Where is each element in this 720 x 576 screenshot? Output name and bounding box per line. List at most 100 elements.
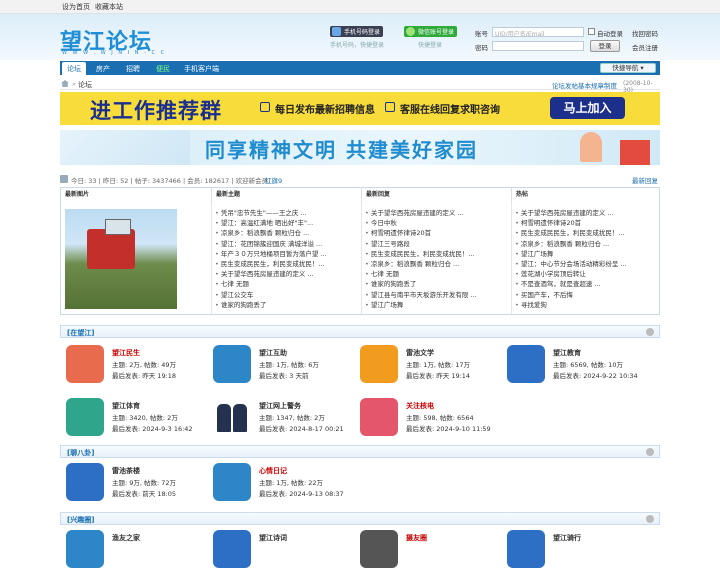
harvester-shape	[87, 229, 135, 269]
forum-nuclear[interactable]: 关注核电 主题: 598, 帖数: 6564 最后发表: 2024-9-10 1…	[356, 398, 496, 444]
checkbox-icon	[385, 102, 395, 112]
list-item[interactable]: 民生变成民民生，利民变成扰民！...	[215, 259, 357, 269]
auto-login-checkbox[interactable]	[588, 28, 595, 35]
list-item[interactable]: 凉泉乡：稻浪飘香 颗粒归仓 ...	[365, 259, 507, 269]
forum-literature[interactable]: 雷池文学 主题: 1万, 帖数: 17万 最后发表: 昨天 19:14	[356, 345, 496, 391]
checkbox-icon	[260, 102, 270, 112]
forum-stats: 今日: 33 | 昨日: 52 | 帖子: 3437466 | 会员: 1826…	[60, 174, 660, 186]
banner1-title: 进工作推荐群	[90, 99, 222, 123]
nav-item-forum[interactable]: 论坛	[62, 62, 86, 76]
forum-photography[interactable]: 摄友圈	[356, 530, 496, 576]
login-button[interactable]: 登录	[590, 40, 620, 52]
set-home-link[interactable]: 设为首页	[62, 2, 90, 12]
list-item[interactable]: 谁家的狗跑丢了	[215, 300, 357, 310]
graduation-cap-icon	[507, 345, 545, 383]
list-item[interactable]: 买国产车，不后悔	[515, 290, 657, 300]
list-item[interactable]: 望江县与南平市天坂游乐开发有限 ...	[365, 290, 507, 300]
list-item[interactable]: 年产３０万只地桶项目暂为落户望 ...	[215, 249, 357, 259]
list-item[interactable]: 莲花湖小学房顶后转让	[515, 269, 657, 279]
list-item[interactable]: 凭吊"忠节先生"——王之庆 ...	[215, 208, 357, 218]
forum-sports[interactable]: 望江体育 主题: 3420, 帖数: 2万 最后发表: 2024-9-3 16:…	[62, 398, 202, 444]
wechat-login-button[interactable]: 微信账号登录	[404, 26, 458, 37]
coffee-cup-icon	[66, 463, 104, 501]
banner2-title: 同享精神文明 共建美好家园	[205, 138, 478, 162]
book-icon	[360, 345, 398, 383]
find-password-link[interactable]: 找回密码	[632, 28, 658, 38]
forum-huzhu[interactable]: 望江互助 主题: 1万, 帖数: 6万 最后发表: 3 天前	[209, 345, 349, 391]
list-item[interactable]: 关于望华西苑房屋违建的定义 ...	[365, 208, 507, 218]
list-item[interactable]: 民生变成民民生，利民变成扰民！...	[515, 228, 657, 238]
account-input[interactable]: UID/用户名/Email	[492, 27, 584, 38]
forum-police[interactable]: 望江网上警务 主题: 1347, 帖数: 2万 最后发表: 2024-8-17 …	[209, 398, 349, 444]
bookmark-link[interactable]: 收藏本站	[95, 2, 123, 12]
harvester-cab	[105, 219, 131, 235]
list-item[interactable]: 望江：高温红满地 晒出好"丰"...	[215, 218, 357, 228]
list-item[interactable]: 望江广场舞	[515, 249, 657, 259]
latest-replies-list: 关于望华西苑房屋违建的定义 ... 今日中秋 柯雪明遗怀律诗20首 望江三号路段…	[365, 208, 507, 310]
nav-item-service[interactable]: 便民	[156, 64, 170, 74]
new-member-link[interactable]: 红旗9	[265, 175, 282, 185]
stats-icon	[60, 175, 68, 183]
phone-login-sub: 手机号码，快捷登录	[330, 42, 385, 49]
password-label: 密码	[475, 44, 488, 52]
people-talk-icon	[213, 345, 251, 383]
section-header-gossip[interactable]: [聊八卦]	[60, 445, 660, 458]
account-label: 账号	[475, 30, 488, 38]
forum-minsheng[interactable]: 望江民生 主题: 2万, 帖数: 49万 最后发表: 昨天 19:18	[62, 345, 202, 391]
chat-bubbles-icon	[66, 345, 104, 383]
collapse-toggle-icon[interactable]	[646, 328, 654, 336]
banner2-decor	[60, 130, 190, 165]
wechat-icon	[406, 27, 415, 36]
password-input[interactable]	[492, 41, 584, 51]
forum-cycling[interactable]: 望江骑行	[503, 530, 643, 576]
forum-education[interactable]: 望江教育 主题: 6569, 帖数: 10万 最后发表: 2024-9-22 1…	[503, 345, 643, 391]
list-item[interactable]: 柯雪明遗怀律诗20首	[515, 218, 657, 228]
home-icon[interactable]	[61, 80, 69, 87]
list-item[interactable]: 望江：中心节分会场活动精彩纷呈 ...	[515, 259, 657, 269]
join-button[interactable]: 马上加入	[550, 97, 625, 119]
job-group-banner[interactable]: 进工作推荐群 每日发布最新招聘信息 客服在线回复求职咨询 马上加入	[60, 92, 660, 125]
forum-poetry[interactable]: 望江诗词	[209, 530, 349, 576]
list-item[interactable]: 凉泉乡：稻浪飘香 颗粒归仓 ...	[215, 228, 357, 238]
nav-item-house[interactable]: 房产	[96, 64, 110, 74]
phone-login-button[interactable]: 手机号码登录	[330, 26, 384, 37]
cartoon-figure-icon	[580, 132, 602, 162]
collapse-toggle-icon[interactable]	[646, 515, 654, 523]
list-item[interactable]: 望江广场舞	[365, 300, 507, 310]
forum-diary[interactable]: 心情日记 主题: 1万, 帖数: 22万 最后发表: 2024-9-13 08:…	[209, 463, 349, 509]
list-item[interactable]: 关于望华西苑房屋违建的定义 ...	[215, 269, 357, 279]
latest-image-harvester[interactable]	[65, 209, 177, 309]
auto-login-label: 自动登录	[597, 30, 623, 38]
banner1-line2: 客服在线回复求职咨询	[400, 105, 500, 116]
list-item[interactable]: 七律 无题	[365, 269, 507, 279]
list-item[interactable]: 关于望华西苑房屋违建的定义 ...	[515, 208, 657, 218]
register-link[interactable]: 会员注册	[632, 42, 658, 52]
buildings-icon	[620, 140, 650, 165]
nav-item-jobs[interactable]: 招聘	[126, 64, 140, 74]
civilization-banner[interactable]: 同享精神文明 共建美好家园	[60, 130, 660, 165]
col-latest-images: 最新图片	[65, 191, 90, 198]
forum-fishing[interactable]: 渔友之家	[62, 530, 202, 576]
list-item[interactable]: 今日中秋	[365, 218, 507, 228]
list-item[interactable]: 民生变成民民生，利民变成扰民！...	[365, 249, 507, 259]
star-icon	[360, 398, 398, 436]
list-item[interactable]: 望江公交车	[215, 290, 357, 300]
quick-nav-button[interactable]: 快捷导航 ▾	[600, 63, 656, 73]
list-item[interactable]: 寻找爱狗	[515, 300, 657, 310]
list-item[interactable]: 望江：花团锦簇迎国庆 满城洋溢 ...	[215, 239, 357, 249]
section-header-wangjiang[interactable]: [在望江]	[60, 325, 660, 338]
list-item[interactable]: 凉泉乡：稻浪飘香 颗粒归仓 ...	[515, 239, 657, 249]
crumb-current[interactable]: 论坛	[78, 80, 92, 90]
notice-link[interactable]: 论坛发帖基本规章制度	[552, 80, 617, 90]
collapse-toggle-icon[interactable]	[646, 448, 654, 456]
list-item[interactable]: 不是查酒驾，就是查超速 ...	[515, 279, 657, 289]
forum-teahouse[interactable]: 雷池茶楼 主题: 9万, 帖数: 72万 最后发表: 前天 18:05	[62, 463, 202, 509]
section-header-interest[interactable]: [兴趣圈]	[60, 512, 660, 525]
list-item[interactable]: 谁家的狗跑丢了	[365, 279, 507, 289]
top-bar: 设为首页 收藏本站	[0, 0, 720, 14]
list-item[interactable]: 柯雪明遗怀律诗20首	[365, 228, 507, 238]
latest-reply-link[interactable]: 最新回复	[632, 175, 658, 185]
list-item[interactable]: 望江三号路段	[365, 239, 507, 249]
list-item[interactable]: 七律 无题	[215, 279, 357, 289]
nav-item-mobile[interactable]: 手机客户端	[184, 64, 219, 74]
